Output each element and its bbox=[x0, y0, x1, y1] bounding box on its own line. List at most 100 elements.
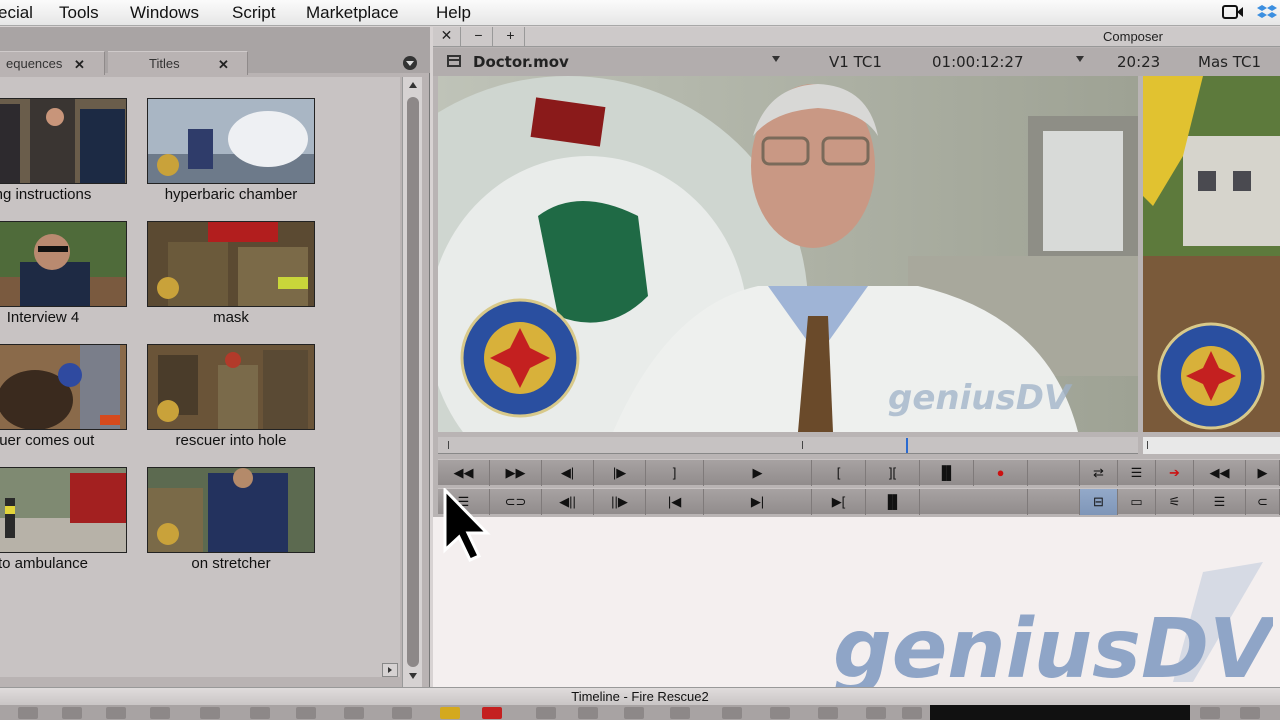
trim-left-icon[interactable]: ◀|| bbox=[542, 489, 594, 515]
toolbar-button[interactable] bbox=[18, 707, 38, 719]
fast-forward-icon[interactable]: ▶▶ bbox=[490, 460, 542, 486]
empty-workspace: geniusDV bbox=[433, 517, 1280, 692]
toolbar-button[interactable] bbox=[902, 707, 922, 719]
menu-marketplace[interactable]: Marketplace bbox=[306, 3, 399, 23]
single-monitor-icon[interactable]: ▭ bbox=[1118, 489, 1156, 515]
empty-button[interactable] bbox=[1028, 460, 1080, 486]
source-position-bar[interactable] bbox=[438, 437, 1138, 454]
source-record-toggle-icon[interactable]: ⊟ bbox=[1080, 489, 1118, 515]
tab-close-icon[interactable]: ✕ bbox=[218, 57, 229, 73]
go-to-in-icon[interactable]: |◀ bbox=[646, 489, 704, 515]
record-link-icon[interactable]: ⊂ bbox=[1246, 489, 1280, 515]
position-indicator[interactable] bbox=[906, 438, 908, 453]
toolbar-button[interactable] bbox=[62, 707, 82, 719]
match-frame-icon[interactable]: ▐▌ bbox=[866, 489, 920, 515]
toolbar-button[interactable] bbox=[1240, 707, 1260, 719]
scrollbar-thumb[interactable] bbox=[407, 97, 419, 667]
mark-out-icon[interactable]: ] bbox=[646, 460, 704, 486]
dropbox-icon[interactable] bbox=[1256, 4, 1278, 20]
empty-button[interactable] bbox=[920, 489, 1028, 515]
source-monitor[interactable]: geniusDV bbox=[438, 76, 1138, 432]
record-rewind-icon[interactable]: ◀◀ bbox=[1194, 460, 1246, 486]
clip-thumbnail[interactable] bbox=[147, 467, 315, 553]
toolbar-button[interactable] bbox=[150, 707, 170, 719]
menu-script[interactable]: Script bbox=[232, 3, 275, 23]
record-menu-icon[interactable]: ☰ bbox=[1194, 489, 1246, 515]
minimize-button[interactable]: − bbox=[465, 27, 493, 47]
source-menu-icon[interactable] bbox=[447, 55, 461, 67]
toolbar-button[interactable] bbox=[392, 707, 412, 719]
toolbar-button[interactable] bbox=[536, 707, 556, 719]
tab-close-icon[interactable]: ✕ bbox=[74, 57, 85, 73]
empty-button[interactable] bbox=[1028, 489, 1080, 515]
toolbar-button[interactable] bbox=[250, 707, 270, 719]
toolbar-button[interactable] bbox=[482, 707, 502, 719]
clip-dropdown-icon[interactable] bbox=[771, 55, 781, 63]
mark-in-icon[interactable]: [ bbox=[812, 460, 866, 486]
toolbar-button[interactable] bbox=[1200, 707, 1220, 719]
record-position-bar[interactable] bbox=[1143, 437, 1280, 454]
menu-special[interactable]: ecial bbox=[0, 3, 33, 23]
clip-label: ng instructions bbox=[0, 186, 92, 203]
video-camera-icon[interactable] bbox=[1222, 4, 1244, 20]
clip-thumbnail[interactable] bbox=[147, 98, 315, 184]
clip-thumbnail[interactable] bbox=[147, 344, 315, 430]
timeline-timecode-track bbox=[930, 705, 1190, 720]
menu-help[interactable]: Help bbox=[436, 3, 471, 23]
fire-rescue-badge bbox=[460, 298, 580, 418]
clip-label: to ambulance bbox=[0, 555, 89, 572]
scroll-up-icon[interactable] bbox=[407, 80, 419, 90]
bin-menu-icon[interactable] bbox=[402, 55, 418, 71]
toolbar-button[interactable] bbox=[440, 707, 460, 719]
mark-clip-icon[interactable]: ▐▌ bbox=[920, 460, 974, 486]
clear-marks-icon[interactable]: ][ bbox=[866, 460, 920, 486]
clip-thumbnail[interactable] bbox=[0, 98, 127, 184]
scroll-right-icon[interactable] bbox=[382, 663, 398, 677]
record-icon[interactable]: ● bbox=[974, 460, 1028, 486]
step-forward-icon[interactable]: |▶ bbox=[594, 460, 646, 486]
go-to-out-icon[interactable]: ▶| bbox=[704, 489, 812, 515]
rewind-icon[interactable]: ◀◀ bbox=[438, 460, 490, 486]
record-monitor[interactable] bbox=[1143, 76, 1280, 432]
clip-thumbnail[interactable] bbox=[0, 344, 127, 430]
toolbar-button[interactable] bbox=[200, 707, 220, 719]
lift-icon[interactable]: ☰ bbox=[1118, 460, 1156, 486]
track-label[interactable]: V1 TC1 bbox=[829, 53, 882, 71]
scroll-down-icon[interactable] bbox=[407, 671, 419, 681]
clip-thumbnail[interactable] bbox=[0, 467, 127, 553]
tab-titles[interactable]: Titles ✕ bbox=[108, 51, 248, 75]
watermark-text: geniusDV bbox=[833, 602, 1273, 692]
add-button[interactable]: + bbox=[497, 27, 525, 47]
timeline-title: Timeline - Fire Rescue2 bbox=[571, 689, 709, 704]
trim-right-icon[interactable]: ||▶ bbox=[594, 489, 646, 515]
clip-thumbnail[interactable] bbox=[147, 221, 315, 307]
toolbar-button[interactable] bbox=[866, 707, 886, 719]
menu-tools[interactable]: Tools bbox=[59, 3, 99, 23]
play-icon[interactable]: ▶ bbox=[704, 460, 812, 486]
toolbar-button[interactable] bbox=[770, 707, 790, 719]
overwrite-icon[interactable]: ➔ bbox=[1156, 460, 1194, 486]
settings-sliders-icon[interactable]: ⚟ bbox=[1156, 489, 1194, 515]
close-button[interactable]: ✕ bbox=[433, 27, 461, 47]
toolbar-button[interactable] bbox=[106, 707, 126, 719]
toolbar-button[interactable] bbox=[624, 707, 644, 719]
toolbar-button[interactable] bbox=[722, 707, 742, 719]
step-back-icon[interactable]: ◀| bbox=[542, 460, 594, 486]
extract-icon[interactable]: ▶[ bbox=[812, 489, 866, 515]
source-clip-name[interactable]: Doctor.mov bbox=[473, 53, 569, 71]
timecode-dropdown-icon[interactable] bbox=[1075, 55, 1085, 63]
toolbar-button[interactable] bbox=[670, 707, 690, 719]
link-icon[interactable]: ⊂⊃ bbox=[490, 489, 542, 515]
toolbar-button[interactable] bbox=[296, 707, 316, 719]
toolbar-button[interactable] bbox=[344, 707, 364, 719]
splice-icon[interactable]: ⇄ bbox=[1080, 460, 1118, 486]
bin-vertical-scrollbar[interactable] bbox=[402, 77, 422, 687]
record-track-label[interactable]: Mas TC1 bbox=[1198, 53, 1261, 71]
cursor-icon bbox=[443, 488, 491, 562]
tab-sequences[interactable]: equences ✕ bbox=[0, 51, 105, 75]
toolbar-button[interactable] bbox=[818, 707, 838, 719]
clip-thumbnail[interactable] bbox=[0, 221, 127, 307]
menu-windows[interactable]: Windows bbox=[130, 3, 199, 23]
toolbar-button[interactable] bbox=[578, 707, 598, 719]
record-more-icon[interactable]: ▶ bbox=[1246, 460, 1280, 486]
